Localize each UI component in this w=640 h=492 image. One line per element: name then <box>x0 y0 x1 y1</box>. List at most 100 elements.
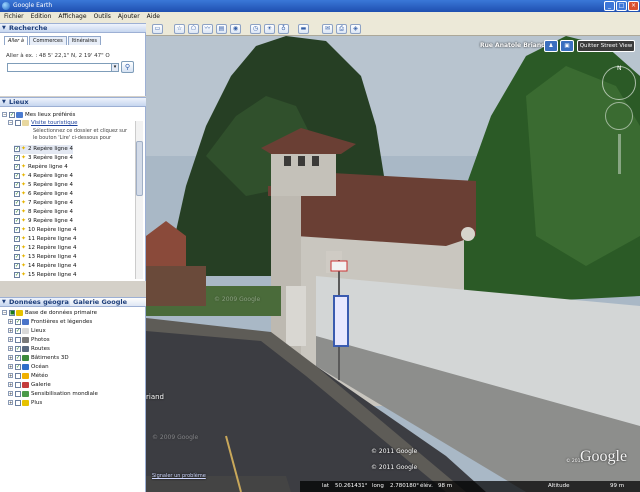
street-view-person-icon[interactable]: ♟ <box>544 40 558 52</box>
item-checkbox[interactable]: ✓ <box>14 199 20 206</box>
places-list-item[interactable]: ✓ ✦ 7 Repère ligne 4 <box>14 199 73 208</box>
layer-checkbox[interactable] <box>15 336 21 343</box>
layer-checkbox[interactable]: ✓ <box>15 354 21 361</box>
layer-item[interactable]: + ✓ Lieux <box>8 327 46 336</box>
expand-icon[interactable]: + <box>8 391 13 396</box>
tree-item-primary-db[interactable]: − ■ Base de données primaire <box>2 309 97 318</box>
menu-ajouter[interactable]: Ajouter <box>118 12 140 22</box>
menu-fichier[interactable]: Fichier <box>4 12 24 22</box>
historical-imagery-icon[interactable]: ◷ <box>250 24 261 34</box>
layer-item[interactable]: + Galerie <box>8 381 51 390</box>
layer-checkbox[interactable] <box>15 372 21 379</box>
expand-icon[interactable]: + <box>8 337 13 342</box>
layer-item[interactable]: + Plus <box>8 399 42 408</box>
places-list-item[interactable]: ✓ ✦ 11 Repère ligne 4 <box>14 235 77 244</box>
sunlight-icon[interactable]: ☀ <box>264 24 275 34</box>
path-icon[interactable]: 〰 <box>202 24 213 34</box>
layer-item[interactable]: + ✓ Routes <box>8 345 50 354</box>
overlay-icon[interactable]: ▤ <box>216 24 227 34</box>
look-joystick[interactable] <box>605 102 633 130</box>
item-checkbox[interactable]: ✓ <box>14 217 20 224</box>
places-list-item[interactable]: ✓ ✦ 14 Repère ligne 4 <box>14 262 77 271</box>
item-checkbox[interactable]: ✓ <box>14 235 20 242</box>
exit-street-view-button[interactable]: Quitter Street View <box>577 40 635 52</box>
expand-icon[interactable]: + <box>8 319 13 324</box>
tab-aller-a[interactable]: Aller à <box>4 36 28 45</box>
tab-commerces[interactable]: Commerces <box>28 36 67 45</box>
navigation-compass[interactable]: N <box>602 65 636 100</box>
layer-item[interactable]: + ✓ Frontières et légendes <box>8 318 92 327</box>
layer-checkbox[interactable]: ✓ <box>15 327 21 334</box>
print-icon[interactable]: ⎙ <box>336 24 347 34</box>
expand-icon[interactable]: + <box>8 382 13 387</box>
menu-outils[interactable]: Outils <box>94 12 111 22</box>
item-checkbox[interactable]: ✓ <box>14 181 20 188</box>
places-list-item[interactable]: ✓ ✦ 6 Repère ligne 4 <box>14 190 73 199</box>
places-list-item[interactable]: ✓ ✦ 13 Repère ligne 4 <box>14 253 77 262</box>
places-list-item[interactable]: ✓ ✦ Repère ligne 4 <box>14 163 68 172</box>
search-history-dropdown[interactable]: ▾ <box>111 63 119 72</box>
item-checkbox[interactable]: ✓ <box>14 262 20 269</box>
street-view-ground-icon[interactable]: ▣ <box>560 40 574 52</box>
street-view-viewport[interactable]: Rue Anatole Briand ♟ ▣ Quitter Street Vi… <box>146 36 640 492</box>
expand-icon[interactable]: + <box>8 364 13 369</box>
places-list-item[interactable]: ✓ ✦ 10 Repère ligne 4 <box>14 226 77 235</box>
item-checkbox[interactable]: ✓ <box>14 226 20 233</box>
places-scrollbar[interactable] <box>135 121 143 279</box>
tour-record-icon[interactable]: ◉ <box>230 24 241 34</box>
places-list-item[interactable]: ✓ ✦ 8 Repère ligne 4 <box>14 208 73 217</box>
layer-checkbox[interactable]: ✓ <box>15 345 21 352</box>
places-list-item[interactable]: ✓ ✦ 5 Repère ligne 4 <box>14 181 73 190</box>
placemark-icon[interactable]: ☆ <box>174 24 185 34</box>
menu-affichage[interactable]: Affichage <box>58 12 86 22</box>
item-checkbox[interactable]: ✓ <box>14 190 20 197</box>
layers-panel-header[interactable]: ▼ Données géogra <box>0 297 70 307</box>
item-checkbox[interactable]: ✓ <box>14 163 20 170</box>
item-checkbox[interactable]: ✓ <box>14 253 20 260</box>
layer-item[interactable]: + Météo <box>8 372 48 381</box>
item-checkbox[interactable]: ✓ <box>14 244 20 251</box>
places-list-item[interactable]: ✓ ✦ 15 Repère ligne 4 <box>14 271 77 280</box>
maximize-button[interactable]: □ <box>616 1 627 11</box>
expand-icon[interactable]: + <box>8 373 13 378</box>
menu-edition[interactable]: Edition <box>31 12 52 22</box>
layer-checkbox[interactable] <box>15 390 21 397</box>
polygon-icon[interactable]: ⬠ <box>188 24 199 34</box>
places-list-item[interactable]: ✓ ✦ 4 Repère ligne 4 <box>14 172 73 181</box>
item-checkbox[interactable]: ✓ <box>14 154 20 161</box>
item-checkbox[interactable]: ✓ <box>14 145 20 152</box>
layer-checkbox[interactable]: ✓ <box>15 318 21 325</box>
close-button[interactable]: × <box>628 1 639 11</box>
google-maps-icon[interactable]: ◈ <box>350 24 361 34</box>
layer-checkbox[interactable] <box>15 381 21 388</box>
sidebar-toggle-icon[interactable]: ▭ <box>152 24 163 34</box>
search-input[interactable] <box>7 63 112 72</box>
places-panel-header[interactable]: ▼ Lieux <box>0 97 146 107</box>
layer-item[interactable]: + Photos <box>8 336 50 345</box>
tab-itineraires[interactable]: Itinéraires <box>67 36 101 45</box>
item-checkbox[interactable]: ✓ <box>14 172 20 179</box>
places-scroll-thumb[interactable] <box>136 141 143 196</box>
places-list-item[interactable]: ✓ ✦ 12 Repère ligne 4 <box>14 244 77 253</box>
places-list-item[interactable]: ✓ ✦ 2 Repère ligne 4 <box>14 145 74 154</box>
report-problem-link[interactable]: Signaler un problème <box>152 473 206 479</box>
ruler-icon[interactable]: ▬ <box>298 24 309 34</box>
expand-icon[interactable]: + <box>8 346 13 351</box>
layer-checkbox[interactable]: ✓ <box>15 363 21 370</box>
minimize-button[interactable]: _ <box>604 1 615 11</box>
menu-aide[interactable]: Aide <box>147 12 160 22</box>
zoom-slider[interactable] <box>618 134 621 174</box>
item-checkbox[interactable]: ✓ <box>14 271 20 278</box>
expand-icon[interactable]: + <box>8 355 13 360</box>
email-icon[interactable]: ✉ <box>322 24 333 34</box>
layer-checkbox[interactable] <box>15 399 21 406</box>
search-icon[interactable]: ⚲ <box>121 61 134 73</box>
places-list-item[interactable]: ✓ ✦ 3 Repère ligne 4 <box>14 154 73 163</box>
places-list-item[interactable]: ✓ ✦ 9 Repère ligne 4 <box>14 217 73 226</box>
expand-icon[interactable]: + <box>8 400 13 405</box>
layer-item[interactable]: + ✓ Bâtiments 3D <box>8 354 69 363</box>
search-panel-header[interactable]: ▼ Recherche <box>0 23 146 33</box>
tab-galerie-google-earth[interactable]: Galerie Google Earth » <box>70 297 146 315</box>
layer-item[interactable]: + ✓ Océan <box>8 363 49 372</box>
planets-icon[interactable]: ♁ <box>278 24 289 34</box>
